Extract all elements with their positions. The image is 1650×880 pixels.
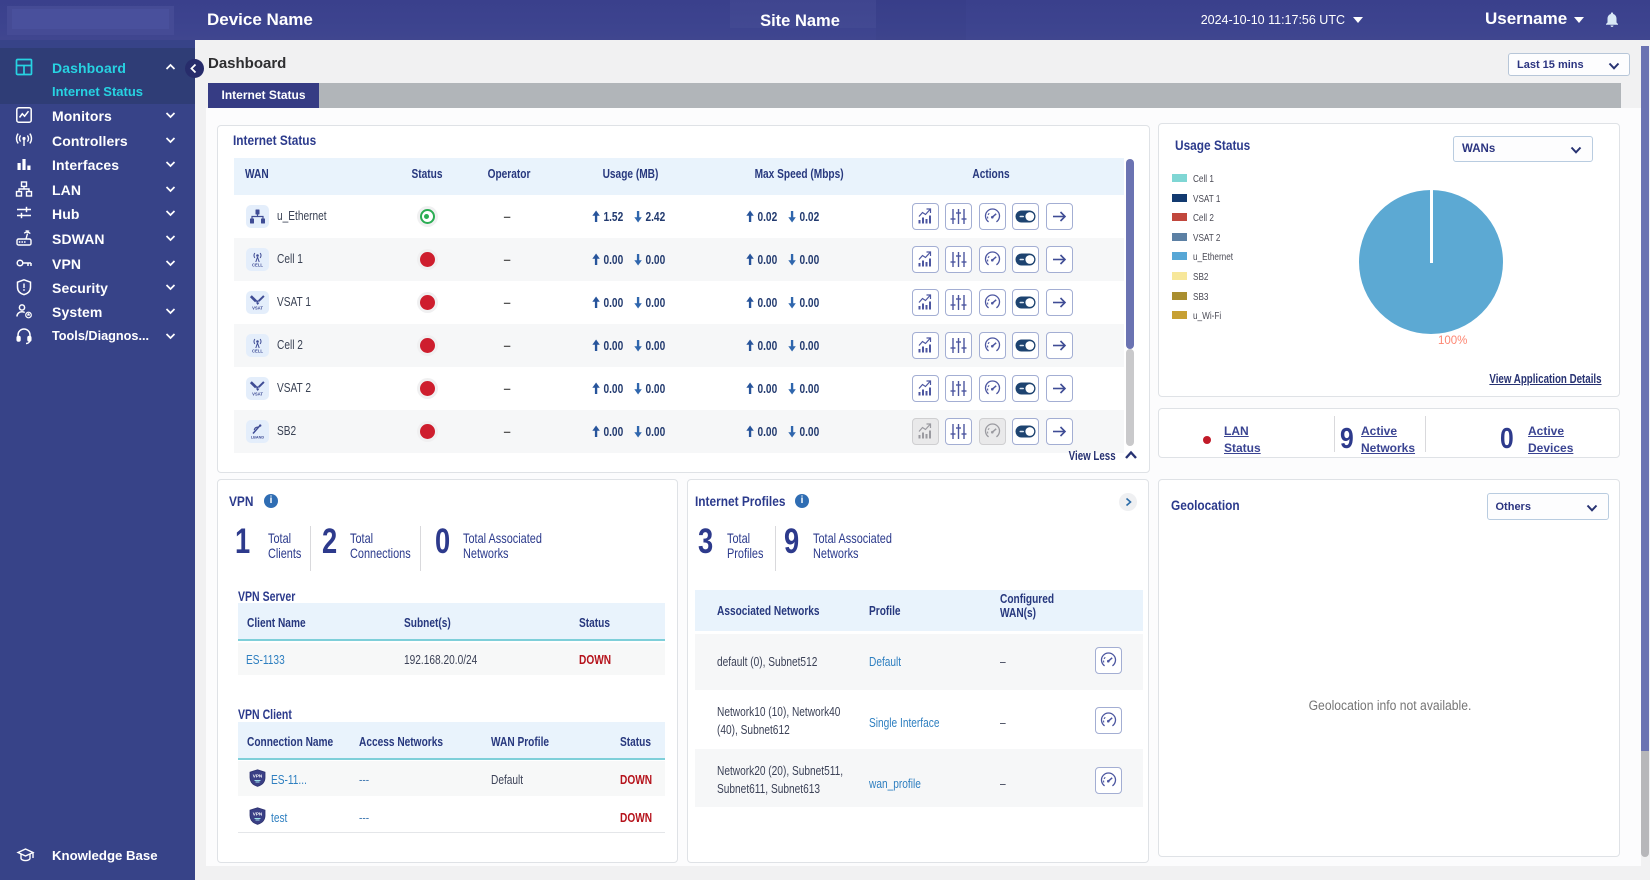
svg-text:LBAND: LBAND [250,436,264,440]
svg-text:VPN: VPN [253,812,263,817]
svg-text:VSAT: VSAT [252,392,263,397]
svg-text:CELL: CELL [252,263,263,268]
svg-text:VPN: VPN [253,774,263,779]
svg-text:VSAT: VSAT [252,306,263,311]
svg-text:CELL: CELL [252,349,263,354]
